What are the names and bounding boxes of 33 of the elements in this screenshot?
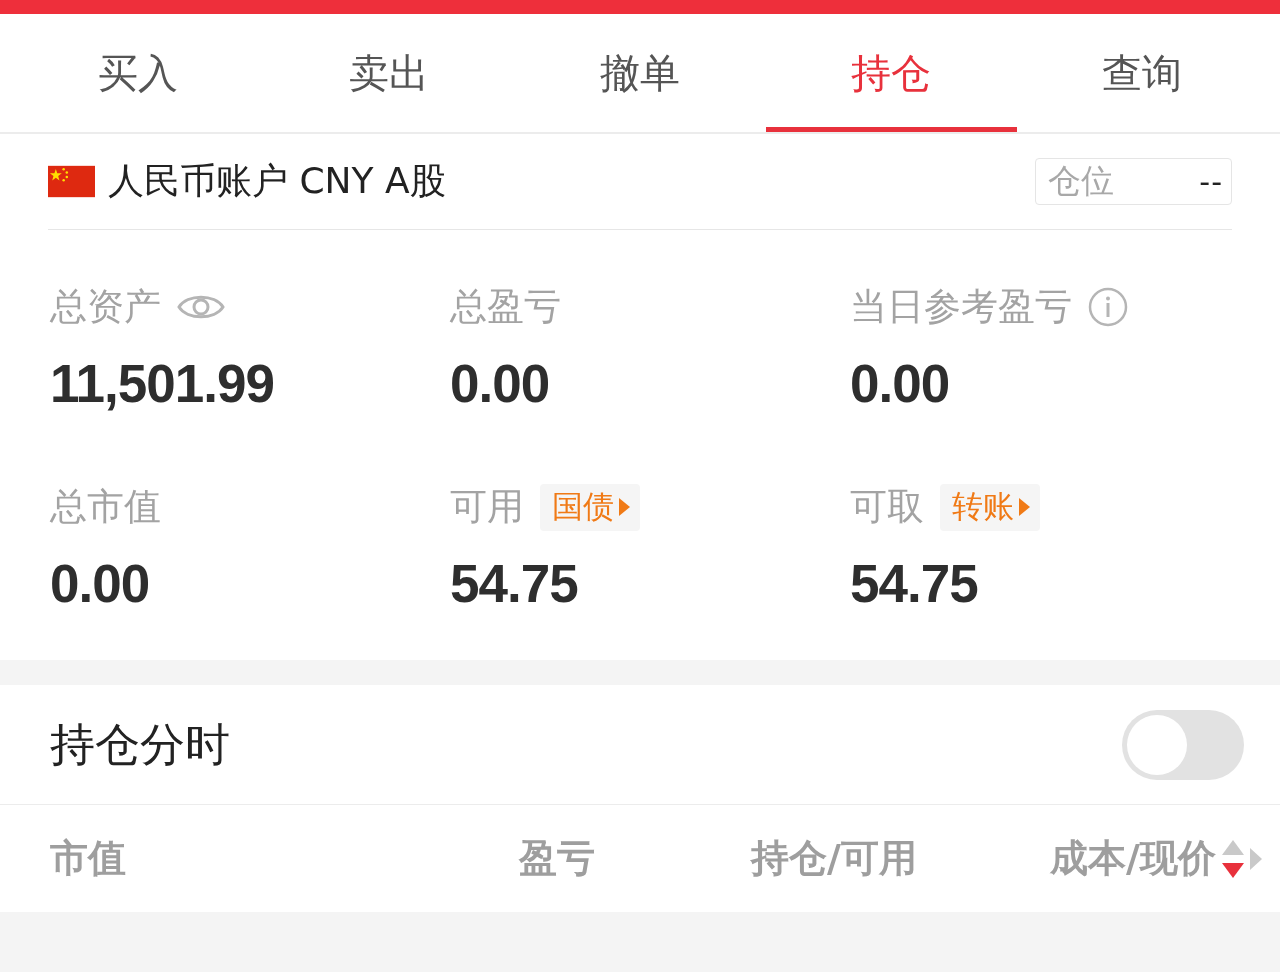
stat-label: 可用 bbox=[450, 484, 524, 530]
triangle-right-icon bbox=[619, 498, 630, 516]
stat-value: 11,501.99 bbox=[50, 358, 274, 410]
tab[interactable]: 查询 bbox=[1016, 14, 1268, 132]
sort-icon[interactable] bbox=[1222, 839, 1244, 878]
column-header[interactable]: 成本/现价 bbox=[1050, 833, 1216, 884]
tab[interactable]: 撤单 bbox=[514, 14, 766, 132]
tab[interactable]: 买入 bbox=[12, 14, 264, 132]
position-label: 仓位 bbox=[1048, 160, 1114, 202]
flag-icon bbox=[48, 164, 95, 199]
stat-value: 54.75 bbox=[450, 558, 578, 610]
column-header[interactable]: 市值 bbox=[50, 833, 126, 884]
account-name: 人民币账户 CNY A股 bbox=[108, 159, 446, 203]
stat-value: 54.75 bbox=[850, 558, 978, 610]
position-box[interactable]: 仓位 -- bbox=[1035, 158, 1232, 205]
column-header[interactable]: 持仓/可用 bbox=[751, 833, 917, 884]
intraday-label: 持仓分时 bbox=[50, 716, 230, 773]
triangle-right-icon[interactable] bbox=[1250, 847, 1262, 870]
link-button[interactable]: 国债 bbox=[540, 483, 640, 531]
stat-label: 可取 bbox=[850, 484, 924, 530]
triangle-right-icon bbox=[1019, 498, 1030, 516]
tab[interactable]: 卖出 bbox=[263, 14, 515, 132]
link-button[interactable]: 转账 bbox=[940, 483, 1040, 531]
stat-label: 当日参考盈亏 bbox=[850, 284, 1072, 330]
column-header[interactable]: 盈亏 bbox=[519, 833, 595, 884]
stat-label: 总资产 bbox=[50, 284, 161, 330]
info-icon[interactable] bbox=[1088, 287, 1128, 327]
stat-label: 总市值 bbox=[50, 484, 161, 530]
stat-value: 0.00 bbox=[450, 358, 550, 410]
stat-value: 0.00 bbox=[850, 358, 950, 410]
stat-label: 总盈亏 bbox=[450, 284, 561, 330]
stat-value: 0.00 bbox=[50, 558, 150, 610]
position-value: -- bbox=[1199, 164, 1223, 199]
